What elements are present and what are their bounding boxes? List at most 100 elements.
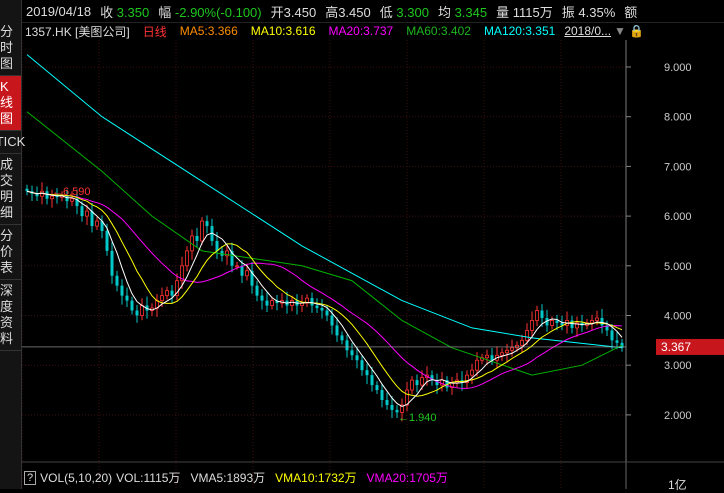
y-tick-label: 4.000 [664,311,692,323]
candle-body [265,300,269,306]
tab-price-distribution[interactable]: 分价表 [0,225,21,280]
candle-body [515,344,519,349]
candle-body [370,375,374,386]
candle-body [590,320,594,324]
tab-timeshare[interactable]: 分时图 [0,0,21,76]
tab-kline[interactable]: K线图 [0,76,21,131]
low-marker: ←1.940 [398,412,437,424]
vma5-value: VMA5:1893万 [190,471,266,485]
candle-body [390,404,394,410]
ma-legend: 1357.HK [美图公司] 日线 MA5:3.366 MA10:3.616 M… [22,22,724,40]
volume-label: 量 [496,4,510,20]
candle-body [120,285,124,296]
ma120-value: MA120:3.351 [483,24,556,38]
candle-body [540,310,544,318]
vma10-value: VMA10:1732万 [275,471,357,485]
candle-body [475,359,479,371]
candle-body [365,370,369,376]
candle-body [505,349,509,354]
candle-body [115,275,119,286]
low-label: 低 [379,4,393,20]
candle-body [600,317,604,326]
volume-axis-label: 1亿 [668,478,687,492]
candle-body [420,377,424,386]
candle-body [160,295,164,301]
candle-body [335,325,339,336]
tab-trade-details[interactable]: 成交明细 [0,154,21,225]
change-value: -2.90%(-0.100) [174,4,262,20]
help-button[interactable]: ? [24,470,37,485]
high-value: 3.450 [338,4,371,20]
candle-body [95,220,99,227]
candle-body [315,305,319,309]
sidebar: 分时图 K线图 TICK 成交明细 分价表 深度资料 [0,0,25,489]
candle-body [130,300,134,311]
lock-icon[interactable]: 🔒 [629,24,644,38]
candle-body [205,221,209,227]
vol-value: VOL:1115万 [116,471,181,485]
candle-body [195,235,199,241]
candle-body [385,399,389,405]
change-field: 幅 -2.90%(-0.100) [158,2,261,21]
amplitude-label: 振 [561,4,575,20]
quote-bar: 2019/04/18 收 3.350 幅 -2.90%(-0.100) 开3.4… [22,0,724,23]
candle-body [380,390,384,400]
ma20-line [26,190,623,389]
low-field: 低 3.300 [380,2,429,21]
candle-body [490,355,494,361]
candle-body [615,340,619,343]
candle-body [85,210,89,217]
y-tick-label: 8.000 [664,112,692,124]
candle-body [325,310,329,316]
y-tick-label: 6.000 [664,211,692,223]
low-value: 3.300 [396,4,429,20]
kline-chart[interactable]: 9.000 8.000 7.000 6.000 5.000 4.000 3.000 2.000… [0,0,724,489]
y-tick-label: 2.000 [664,410,692,422]
candle-body [45,191,49,199]
candle-body [215,240,219,251]
volume-indicator-name[interactable]: VOL(5,10,20) [40,471,112,485]
avg-field: 均 3.345 [438,2,487,21]
candle-body [310,298,314,306]
candle-body [360,360,364,371]
open-value: 3.450 [283,4,317,20]
y-tick-label: 3.000 [664,360,692,372]
candle-body [240,265,244,276]
candle-body [340,335,344,341]
close-label: 收 [100,4,114,20]
candle-body [110,250,114,276]
candle-body [330,315,334,326]
candle-body [290,300,294,306]
candle-body [170,290,174,296]
open-field: 开3.450 [271,2,317,21]
candle-body [260,295,264,301]
candle-body [185,250,189,267]
volume-field: 量 1115万 [496,2,553,21]
volume-value: 1115万 [512,4,553,20]
high-label: 高 [325,4,339,20]
date-range-selector[interactable]: 2018/0... [564,24,611,38]
ma120-line [26,54,623,349]
ma20-value: MA20:3.737 [328,24,394,38]
amplitude-value: 4.35% [578,4,616,20]
change-label: 幅 [158,4,172,20]
candle-body [345,340,349,351]
high-marker: ←6.590 [52,186,91,198]
close-value: 3.350 [116,4,150,20]
tab-depth-info[interactable]: 深度资料 [0,280,21,351]
candle-body [595,317,599,321]
candle-body [555,320,559,323]
tab-tick[interactable]: TICK [0,131,25,154]
high-field: 高3.450 [325,2,371,21]
vma20-value: VMA20:1705万 [366,471,448,485]
candle-body [90,211,94,227]
ma5-line [26,190,623,408]
candle-body [355,355,359,361]
dropdown-triangle-icon[interactable]: ▼ [614,24,626,38]
candle-body [535,310,539,321]
period-selector[interactable]: 日线 [143,23,167,40]
candle-body [320,308,324,311]
amplitude-field: 振 4.35% [562,2,616,21]
candle-body [510,347,514,351]
y-tick-label: 9.000 [664,62,692,74]
